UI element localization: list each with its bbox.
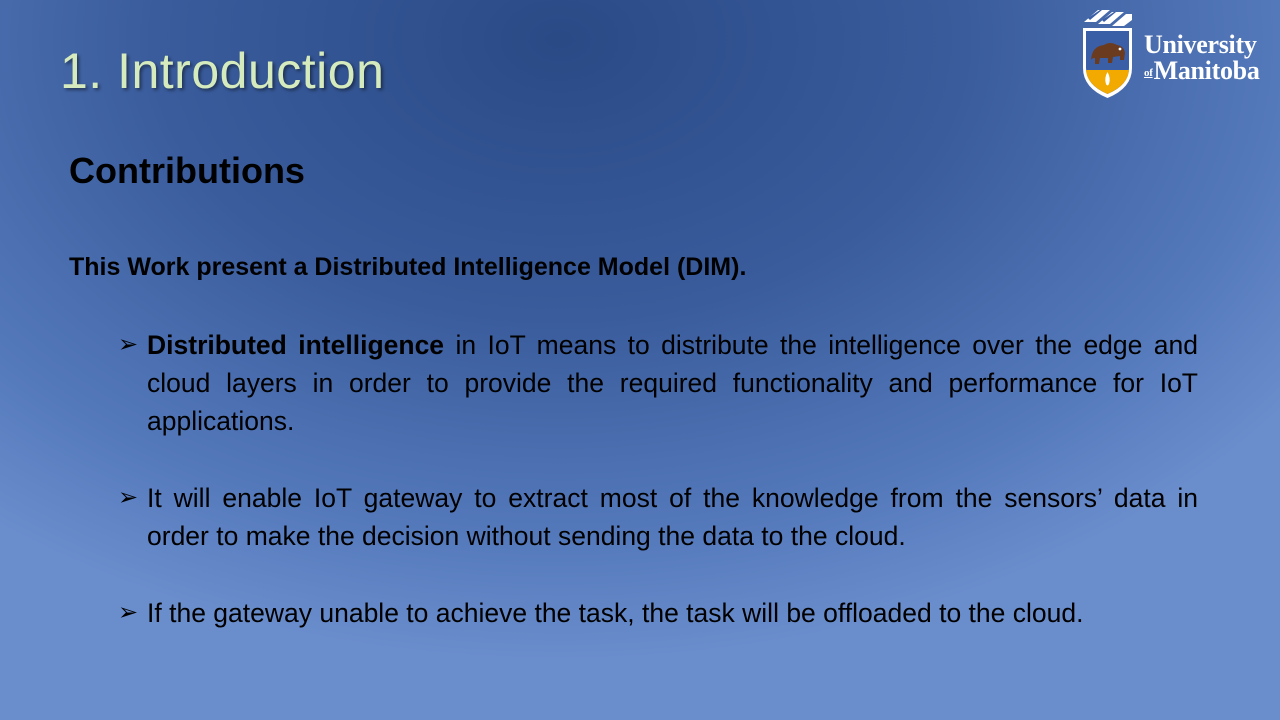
bullet-item: ➢ If the gateway unable to achieve the t… <box>118 594 1198 632</box>
arrow-bullet-icon: ➢ <box>118 484 139 511</box>
bullet-text: If the gateway unable to achieve the tas… <box>147 594 1198 632</box>
bullet-body: It will enable IoT gateway to extract mo… <box>147 483 1198 551</box>
intro-statement: This Work present a Distributed Intellig… <box>69 253 747 281</box>
section-heading: Contributions <box>69 150 305 191</box>
slide: 1. Introduction University ofManitoba Co… <box>0 0 1280 720</box>
university-logo-text: University ofManitoba <box>1144 32 1260 86</box>
logo-line-manitoba: ofManitoba <box>1144 58 1260 86</box>
bullet-text: Distributed intelligence in IoT means to… <box>147 326 1198 440</box>
logo-line-university: University <box>1144 30 1257 59</box>
logo-of: of <box>1144 67 1153 79</box>
arrow-bullet-icon: ➢ <box>118 331 139 358</box>
bullet-body: If the gateway unable to achieve the tas… <box>147 598 1084 628</box>
university-shield-icon <box>1083 10 1132 98</box>
arrow-bullet-icon: ➢ <box>118 599 139 626</box>
logo-manitoba: Manitoba <box>1153 56 1260 85</box>
bullet-text: It will enable IoT gateway to extract mo… <box>147 479 1198 555</box>
bullet-item: ➢ It will enable IoT gateway to extract … <box>118 479 1198 555</box>
bullet-bold-lead: Distributed intelligence <box>147 330 445 360</box>
university-logo: University ofManitoba <box>1080 8 1275 102</box>
slide-title: 1. Introduction <box>60 43 385 99</box>
bullet-item: ➢ Distributed intelligence in IoT means … <box>118 326 1198 440</box>
